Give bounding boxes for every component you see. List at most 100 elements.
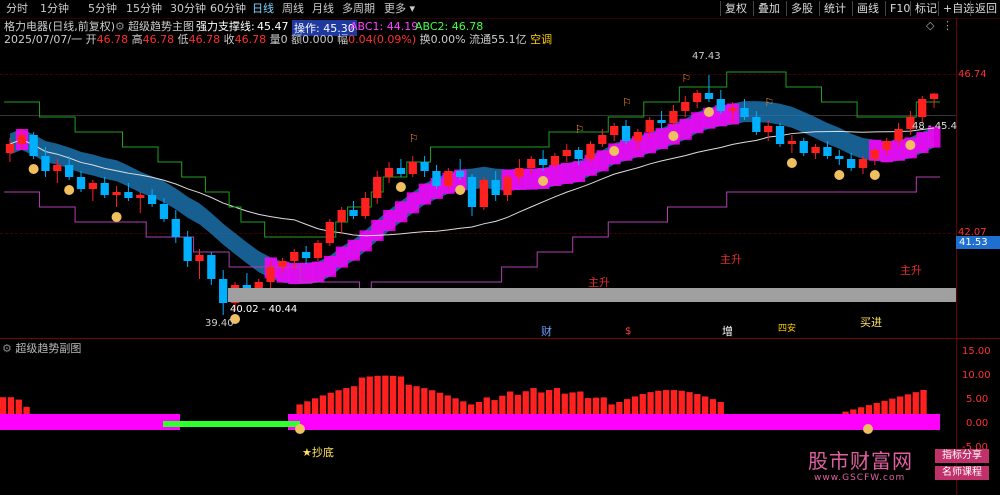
money-bag-icon <box>28 164 39 174</box>
sub-hist-bar <box>709 399 717 414</box>
tab-5min[interactable]: 5分钟 <box>86 1 119 17</box>
sub-hist-bar <box>920 390 927 414</box>
indicator-name[interactable]: 超级趋势主图 <box>128 20 194 34</box>
uptrend-band-segment <box>312 261 325 283</box>
sub-hist-bar <box>296 404 303 414</box>
tab-15min[interactable]: 15分钟 <box>124 1 164 17</box>
candle-body <box>562 150 571 156</box>
sub-hist-bar <box>468 404 475 414</box>
sub-hist-bar <box>23 406 30 414</box>
sub-hist-bar <box>327 392 334 414</box>
right-range-label: 48 - 45.4 <box>912 121 957 132</box>
tab-monthly[interactable]: 月线 <box>310 1 336 17</box>
candle-body <box>574 150 583 159</box>
sub-hist-bar <box>507 391 514 414</box>
uptrend-band-segment <box>549 165 562 186</box>
sub-hist-bar <box>865 405 873 414</box>
price-axis <box>956 18 957 495</box>
candle-body <box>290 252 299 261</box>
uptrend-band-segment <box>383 210 396 231</box>
sub-band-right <box>288 414 940 430</box>
watermark-url: www.GSCFW.com <box>814 473 906 483</box>
uptrend-band-segment <box>418 183 432 205</box>
sub-hist-bar <box>897 396 904 414</box>
sub-hist-bar <box>655 390 662 414</box>
sub-hist-bar <box>585 398 592 414</box>
uptrend-band-segment <box>347 239 360 261</box>
sub-hist-bar <box>678 390 685 414</box>
sub-hist-bar <box>444 395 451 414</box>
s-label: $ <box>625 326 632 337</box>
candle-body <box>420 162 429 171</box>
candle-body <box>373 177 382 198</box>
candle-body <box>704 93 714 99</box>
sub-hist-bar <box>514 394 522 414</box>
candle-body <box>29 135 38 156</box>
candle-body <box>503 177 512 195</box>
candle-body <box>5 144 15 153</box>
tab-daily[interactable]: 日线 <box>250 1 276 17</box>
sub-hist-bar <box>421 388 428 414</box>
tab-more[interactable]: 更多 ▾ <box>382 1 417 17</box>
candle-body <box>918 99 927 117</box>
uptrend-band-segment <box>916 132 929 153</box>
axis-top-price: 46.74 <box>958 69 987 80</box>
sub-hist-bar <box>561 393 568 414</box>
stats-button[interactable]: 统计 <box>819 1 850 16</box>
candle-body <box>100 183 109 195</box>
multi-stock-button[interactable]: 多股 <box>786 1 817 16</box>
candle-body <box>550 156 560 165</box>
sub-hist-bar <box>538 392 545 414</box>
sub-hist-bar <box>343 388 350 414</box>
watermark-title: 股市财富网 <box>808 449 913 473</box>
tab-fenshi[interactable]: 分时 <box>4 1 30 17</box>
main-up-label-3: 主升 <box>900 264 922 277</box>
draw-line-button[interactable]: 画线 <box>852 1 883 16</box>
zeng-label: 增 <box>722 325 733 338</box>
tab-60min[interactable]: 60分钟 <box>208 1 248 17</box>
candle-body <box>65 165 74 177</box>
sub-hist-bar <box>577 391 584 414</box>
settings-icon[interactable]: ⚙ <box>115 20 125 34</box>
candle-body <box>527 159 536 168</box>
candle-body <box>384 168 394 177</box>
money-bag-icon <box>395 182 406 192</box>
small-mark-label: 四安 <box>778 324 797 334</box>
candle-body <box>266 267 275 282</box>
candle-body <box>313 243 323 258</box>
sub-hist-bar <box>374 375 381 414</box>
sub-hist-bar <box>312 398 319 414</box>
fuquan-button[interactable]: 复权 <box>720 1 751 16</box>
candle-body <box>444 171 453 186</box>
back-button[interactable]: 返回 <box>970 1 1000 16</box>
candle-body <box>752 117 761 132</box>
mark-button[interactable]: 标记 <box>910 1 941 16</box>
sub-hist-bar <box>639 394 646 414</box>
sub-hist-bar <box>397 376 405 414</box>
candle-body <box>692 93 702 102</box>
diamond-icon[interactable]: ◇ <box>926 19 934 33</box>
tab-30min[interactable]: 30分钟 <box>168 1 208 17</box>
sub-hist-bar <box>858 407 865 414</box>
money-bag-icon <box>786 158 797 168</box>
sub-hist-bar <box>0 397 7 414</box>
sub-band-left <box>0 414 180 430</box>
candle-body <box>823 147 832 156</box>
candle-body <box>610 126 619 135</box>
more-icon[interactable]: ⋮ <box>942 19 953 33</box>
main-up-label-2: 主升 <box>720 253 742 266</box>
tab-weekly[interactable]: 周线 <box>280 1 306 17</box>
runner-icon: ⚐ <box>681 72 691 85</box>
money-bag-icon <box>111 212 122 222</box>
candle-body <box>76 177 86 189</box>
sub-hist-bar <box>546 390 553 414</box>
uptrend-band-segment <box>300 262 313 284</box>
sub-hist-bar <box>624 399 631 414</box>
candle-body <box>361 198 370 216</box>
uptrend-band-segment <box>406 192 420 214</box>
sub-hist-bar <box>405 384 412 414</box>
overlay-button[interactable]: 叠加 <box>753 1 784 16</box>
tab-1min[interactable]: 1分钟 <box>38 1 71 17</box>
tab-multi-period[interactable]: 多周期 <box>340 1 377 17</box>
money-bag-icon <box>668 131 679 141</box>
